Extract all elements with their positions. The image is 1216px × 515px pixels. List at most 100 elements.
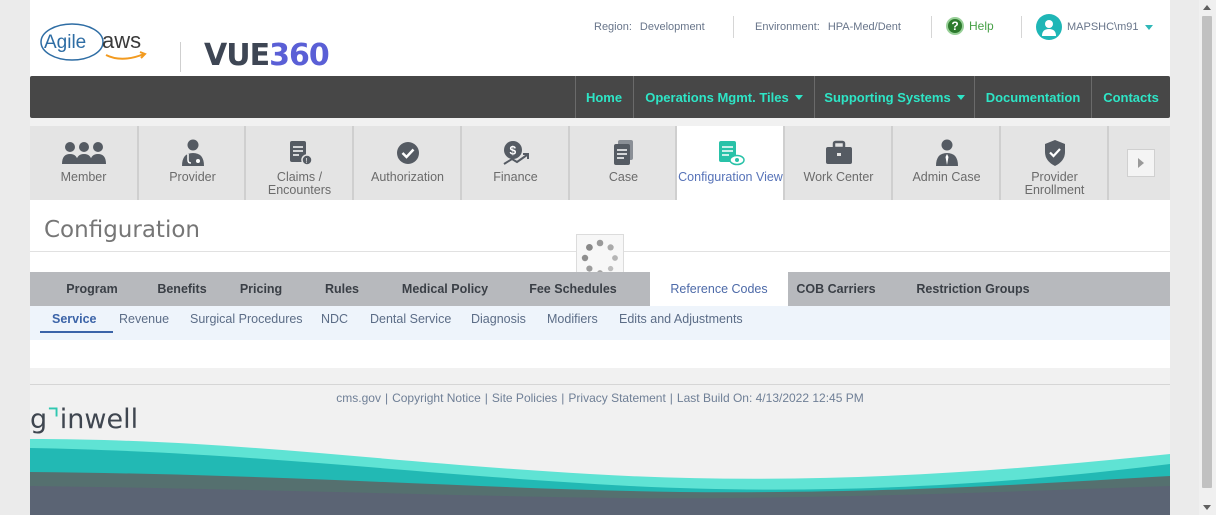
shield-check-icon	[1043, 138, 1067, 168]
user-avatar-icon	[1036, 14, 1062, 40]
tile-label: Member	[60, 170, 107, 184]
tile-work-center[interactable]: Work Center	[785, 126, 892, 200]
check-circle-icon	[395, 138, 421, 168]
nav-supporting-systems[interactable]: Supporting Systems	[815, 76, 974, 118]
tile-label: Work Center	[803, 170, 874, 184]
vue-logo-number: 360	[269, 38, 330, 73]
svg-text:$: $	[509, 144, 516, 158]
help-button[interactable]: ? Help	[946, 17, 994, 35]
chevron-down-icon	[956, 94, 965, 100]
header-divider	[931, 16, 932, 38]
tab-reference-codes[interactable]: Reference Codes	[650, 272, 788, 306]
tile-label: Admin Case	[912, 170, 981, 184]
svg-text:aws: aws	[102, 28, 141, 53]
footer-link-privacy[interactable]: Privacy Statement	[568, 391, 665, 405]
nav-home[interactable]: Home	[575, 76, 633, 118]
footer-links: cms.gov | Copyright Notice | Site Policies | P…	[336, 391, 864, 405]
footer: cms.gov | Copyright Notice | Site Policies | P…	[30, 384, 1170, 515]
tile-configuration-view[interactable]: Configuration View	[677, 126, 784, 200]
environment-info: Environment: HPA-Med/Dent	[755, 21, 901, 33]
admin-icon	[934, 138, 960, 168]
members-icon	[61, 138, 107, 168]
tab-restriction-groups[interactable]: Restriction Groups	[904, 272, 1042, 306]
tab-pricing[interactable]: Pricing	[224, 272, 298, 306]
vue-logo-text: VUE	[204, 38, 270, 73]
tab-program[interactable]: Program	[44, 272, 140, 306]
chevron-down-icon	[794, 94, 803, 100]
page: Agile aws VUE360 Region: Development Envi…	[30, 0, 1170, 515]
operations-tiles: Member Provider ! Claims / Encounters Au…	[30, 126, 1170, 200]
tile-case[interactable]: Case	[570, 126, 677, 200]
chevron-down-icon	[1144, 24, 1153, 30]
logo-divider	[180, 42, 181, 72]
scroll-up-arrow-icon[interactable]	[1203, 5, 1211, 10]
scrollbar-thumb[interactable]	[1202, 16, 1212, 488]
provider-icon	[180, 138, 206, 168]
agile-aws-logo[interactable]: Agile aws	[40, 18, 152, 66]
subtab-revenue[interactable]: Revenue	[119, 306, 169, 333]
tile-claims-encounters[interactable]: ! Claims / Encounters	[246, 126, 353, 200]
gainwell-logo: g⌝inwell	[30, 404, 139, 435]
gainwell-mark: ⌝	[47, 404, 60, 435]
last-build-text: Last Build On: 4/13/2022 12:45 PM	[676, 391, 864, 405]
tile-authorization[interactable]: Authorization	[354, 126, 461, 200]
region-info: Region: Development	[594, 21, 705, 33]
tile-label: Provider Enrollment	[1024, 170, 1085, 197]
tile-label: Configuration View	[678, 170, 783, 184]
tile-admin-case[interactable]: Admin Case	[893, 126, 1000, 200]
help-label: Help	[969, 19, 994, 33]
scroll-down-arrow-icon[interactable]	[1203, 505, 1211, 510]
environment-label: Environment:	[755, 21, 820, 33]
finance-icon: $	[501, 138, 531, 168]
claims-icon: !	[287, 138, 313, 168]
footer-link-site-policies[interactable]: Site Policies	[492, 391, 557, 405]
nav-contacts[interactable]: Contacts	[1092, 76, 1170, 118]
tab-cob-carriers[interactable]: COB Carriers	[788, 272, 884, 306]
tile-label: Case	[608, 170, 639, 184]
main-nav: Home Operations Mgmt. Tiles Supporting S…	[30, 76, 1170, 118]
nav-operations-mgmt-tiles[interactable]: Operations Mgmt. Tiles	[634, 76, 814, 118]
user-label: MAPSHC\m91	[1067, 21, 1139, 33]
tile-divider	[1107, 126, 1109, 200]
subtab-modifiers[interactable]: Modifiers	[547, 306, 598, 333]
footer-wave-graphic	[30, 439, 1170, 515]
subtab-edits-and-adjustments[interactable]: Edits and Adjustments	[619, 306, 743, 333]
tile-label: Authorization	[371, 170, 444, 184]
user-menu-button[interactable]: MAPSHC\m91	[1036, 14, 1153, 40]
header: Agile aws VUE360 Region: Development Envi…	[30, 0, 1170, 76]
header-divider	[1021, 16, 1022, 38]
nav-documentation[interactable]: Documentation	[975, 76, 1091, 118]
subtab-dental-service[interactable]: Dental Service	[370, 306, 451, 333]
region-label: Region:	[594, 21, 632, 33]
tile-provider[interactable]: Provider	[139, 126, 246, 200]
subtab-service[interactable]: Service	[52, 306, 96, 333]
footer-link-copyright[interactable]: Copyright Notice	[392, 391, 481, 405]
subtab-ndc[interactable]: NDC	[321, 306, 348, 333]
case-icon	[612, 138, 636, 168]
vertical-scrollbar[interactable]	[1199, 0, 1216, 515]
tile-provider-enrollment[interactable]: Provider Enrollment	[1001, 126, 1108, 200]
subtab-diagnosis[interactable]: Diagnosis	[471, 306, 526, 333]
vue360-logo[interactable]: VUE360	[204, 38, 330, 73]
subtab-surgical-procedures[interactable]: Surgical Procedures	[190, 306, 303, 333]
question-icon: ?	[946, 17, 964, 35]
svg-text:Agile: Agile	[44, 32, 86, 53]
svg-text:!: !	[305, 158, 307, 165]
page-title: Configuration	[44, 217, 200, 243]
region-value: Development	[639, 21, 705, 33]
reference-code-subtabs: Service Revenue Surgical Procedures NDC …	[30, 306, 1170, 340]
tab-rules[interactable]: Rules	[306, 272, 378, 306]
tab-fee-schedules[interactable]: Fee Schedules	[520, 272, 626, 306]
footer-link-cms[interactable]: cms.gov	[336, 391, 381, 405]
tile-member[interactable]: Member	[30, 126, 137, 200]
tile-label: Provider	[169, 170, 216, 184]
tile-finance[interactable]: $ Finance	[462, 126, 569, 200]
tab-benefits[interactable]: Benefits	[140, 272, 224, 306]
tile-label: Claims / Encounters	[267, 170, 332, 197]
configuration-icon	[716, 138, 746, 168]
briefcase-icon	[825, 138, 853, 168]
tiles-next-button[interactable]	[1127, 149, 1155, 177]
chevron-right-icon	[1138, 158, 1144, 168]
header-divider	[733, 16, 734, 38]
tab-medical-policy[interactable]: Medical Policy	[393, 272, 497, 306]
